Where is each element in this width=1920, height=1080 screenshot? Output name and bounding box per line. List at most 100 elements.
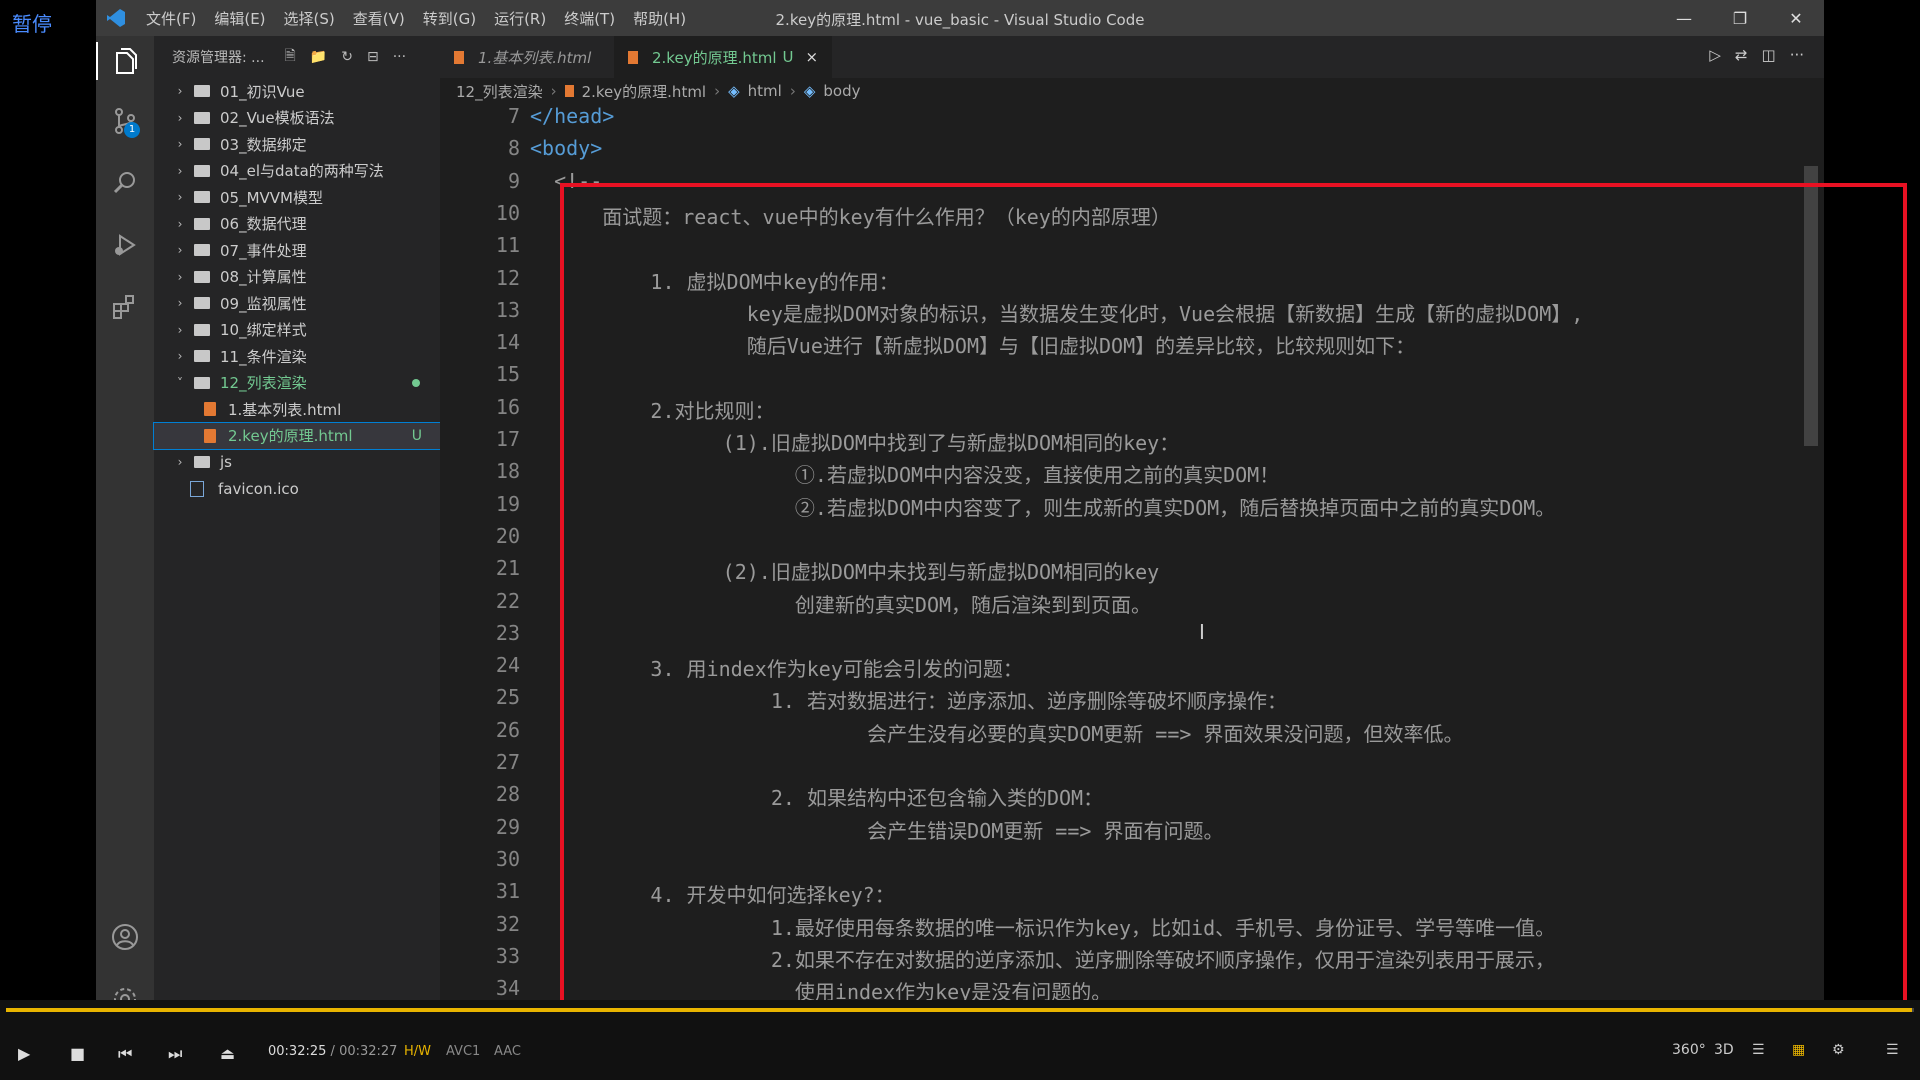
subtitle-icon[interactable]: ▦ — [1792, 1042, 1805, 1058]
breadcrumb-folder[interactable]: 12_列表渲染 — [456, 81, 543, 102]
more-actions-icon[interactable]: ··· — [393, 49, 406, 65]
code-line: 4. 开发中如何选择key?： — [530, 883, 895, 908]
breadcrumb: 12_列表渲染 › 2.key的原理.html › ◈ html › ◈ bod… — [440, 78, 1824, 104]
previous-icon[interactable]: ⏮ — [118, 1044, 132, 1064]
explorer-sidebar: 资源管理器: ... 🗎 📁 ↻ ⊟ ··· › 01_初识Vue › 02_Vue模… — [153, 36, 441, 1000]
symbol-icon: ◈ — [803, 82, 816, 100]
tab-basic-list[interactable]: 1.基本列表.html — [440, 36, 605, 78]
tree-folder[interactable]: › 11_条件渲染 — [154, 343, 440, 369]
collapse-all-icon[interactable]: ⊟ — [367, 49, 379, 65]
menu-item[interactable]: 转到(G) — [423, 8, 476, 29]
close-window-button[interactable]: ✕ — [1768, 0, 1824, 36]
settings-gear-icon[interactable] — [106, 980, 144, 1000]
menu-item[interactable]: 运行(R) — [494, 8, 546, 29]
editor-more-icon[interactable]: ··· — [1790, 46, 1804, 64]
explorer-icon[interactable] — [96, 42, 154, 80]
chevron-right-icon: › — [714, 82, 721, 100]
breadcrumb-html[interactable]: html — [748, 82, 782, 100]
tree-folder[interactable]: › 01_初识Vue — [154, 78, 440, 104]
run-icon[interactable]: ▷ — [1709, 46, 1721, 64]
source-control-icon[interactable]: 1 — [106, 102, 144, 140]
menu-item[interactable]: 帮助(H) — [633, 8, 686, 29]
tree-folder[interactable]: › 02_Vue模板语法 — [154, 105, 440, 131]
playlist-search-icon[interactable]: ☰ — [1752, 1042, 1765, 1058]
new-file-icon[interactable]: 🗎 — [285, 45, 296, 69]
tree-file[interactable]: 1.基本列表.html — [154, 396, 440, 422]
tree-folder[interactable]: › 05_MVVM模型 — [154, 184, 440, 210]
scm-badge: 1 — [124, 122, 140, 138]
vr360-button[interactable]: 360° — [1672, 1042, 1706, 1058]
tree-folder[interactable]: ˅ 12_列表渲染 — [154, 370, 440, 396]
tab-close-icon[interactable]: × — [806, 48, 819, 66]
code-line: 使用index作为key是没有问题的。 — [530, 980, 1112, 1000]
folder-icon — [194, 217, 210, 230]
menu-item[interactable]: 终端(T) — [564, 8, 615, 29]
progress-bar[interactable] — [6, 1008, 1914, 1012]
tree-folder[interactable]: › 09_监视属性 — [154, 290, 440, 316]
play-icon[interactable]: ▶ — [18, 1044, 30, 1063]
eject-icon[interactable]: ⏏ — [220, 1044, 235, 1063]
tree-folder[interactable]: › 07_事件处理 — [154, 237, 440, 263]
tree-file[interactable]: 2.key的原理.html U — [153, 421, 441, 450]
folder-icon — [194, 350, 210, 362]
vertical-scrollbar[interactable] — [1804, 166, 1818, 446]
new-folder-icon[interactable]: 📁 — [310, 49, 327, 65]
video-codec-badge: AVC1 — [446, 1044, 481, 1059]
refresh-icon[interactable]: ↻ — [341, 49, 353, 65]
3d-button[interactable]: 3D — [1714, 1042, 1734, 1058]
minimize-button[interactable]: — — [1656, 0, 1712, 36]
code-line: 面试题：react、vue中的key有什么作用？（key的内部原理） — [530, 204, 1171, 229]
line-number: 25 — [495, 685, 520, 710]
menu-bar: 文件(F) 编辑(E) 选择(S) 查看(V) 转到(G) 运行(R) 终端(T) 帮助(H) — [146, 0, 686, 36]
menu-icon[interactable]: ☰ — [1886, 1042, 1899, 1058]
tree-label: 04_el与data的两种写法 — [220, 162, 384, 180]
restore-button[interactable]: ❐ — [1712, 0, 1768, 36]
line-number: 14 — [495, 330, 520, 355]
tree-folder[interactable]: › 03_数据绑定 — [154, 131, 440, 157]
extensions-icon[interactable] — [106, 288, 144, 326]
code-editor[interactable]: 7 8 9 10 11 12 13 14 15 16 17 18 19 20 21 22 23 24 25 26 27 2… — [440, 104, 1824, 1000]
tree-folder[interactable]: › js — [154, 449, 440, 475]
split-editor-icon[interactable]: ◫ — [1762, 46, 1776, 64]
search-icon[interactable] — [106, 164, 144, 202]
menu-item[interactable]: 查看(V) — [353, 8, 405, 29]
tree-folder[interactable]: › 06_数据代理 — [154, 211, 440, 237]
tree-folder[interactable]: › 08_计算属性 — [154, 264, 440, 290]
compare-icon[interactable]: ⇄ — [1735, 46, 1748, 64]
code-line: 1.最好使用每条数据的唯一标识作为key，比如id、手机号、身份证号、学号等唯一… — [530, 915, 1556, 940]
breadcrumb-file[interactable]: 2.key的原理.html — [582, 81, 707, 102]
tree-folder[interactable]: › 04_el与data的两种写法 — [154, 158, 440, 184]
tree-folder[interactable]: › 10_绑定样式 — [154, 317, 440, 343]
menu-item[interactable]: 编辑(E) — [214, 8, 265, 29]
code-area[interactable]: </head> <body> <!-- 面试题：react、vue中的key有什么… — [530, 104, 1790, 1000]
menu-item[interactable]: 选择(S) — [284, 8, 335, 29]
code-line: 会产生错误DOM更新 ==> 界面有问题。 — [530, 818, 1224, 843]
next-icon[interactable]: ⏭ — [168, 1044, 182, 1064]
tree-label: 2.key的原理.html — [228, 427, 353, 445]
chevron-right-icon: › — [177, 296, 183, 310]
html-file-icon — [454, 50, 464, 64]
run-debug-icon[interactable] — [106, 226, 144, 264]
tab-key-principle[interactable]: 2.key的原理.html U × — [614, 36, 833, 78]
folder-icon — [194, 323, 210, 336]
image-file-icon — [190, 480, 204, 497]
code-line: ②.若虚拟DOM中内容变了，则生成新的真实DOM，随后替换掉页面中之前的真实DO… — [530, 495, 1556, 520]
breadcrumb-body[interactable]: body — [823, 82, 860, 100]
account-icon[interactable] — [106, 918, 144, 956]
git-status: U — [411, 427, 422, 444]
time-display: 00:32:25 / 00:32:27 — [268, 1044, 397, 1059]
code-line: 会产生没有必要的真实DOM更新 ==> 界面效果没问题，但效率低。 — [530, 721, 1464, 746]
stop-icon[interactable]: ■ — [70, 1044, 85, 1063]
tree-file[interactable]: favicon.ico — [154, 476, 440, 502]
editor-tabs: 1.基本列表.html 2.key的原理.html U × ▷ ⇄ ◫ ··· — [440, 36, 1824, 78]
chevron-right-icon: › — [177, 216, 183, 231]
line-number: 15 — [495, 362, 520, 387]
time-current: 00:32:25 — [268, 1044, 327, 1059]
menu-item[interactable]: 文件(F) — [146, 8, 196, 29]
player-settings-icon[interactable]: ⚙ — [1832, 1042, 1845, 1058]
line-number: 7 — [507, 104, 520, 128]
folder-icon — [194, 244, 210, 256]
hw-badge[interactable]: H/W — [404, 1044, 431, 1059]
code-line: <body> — [530, 136, 603, 161]
line-number: 29 — [495, 814, 520, 839]
